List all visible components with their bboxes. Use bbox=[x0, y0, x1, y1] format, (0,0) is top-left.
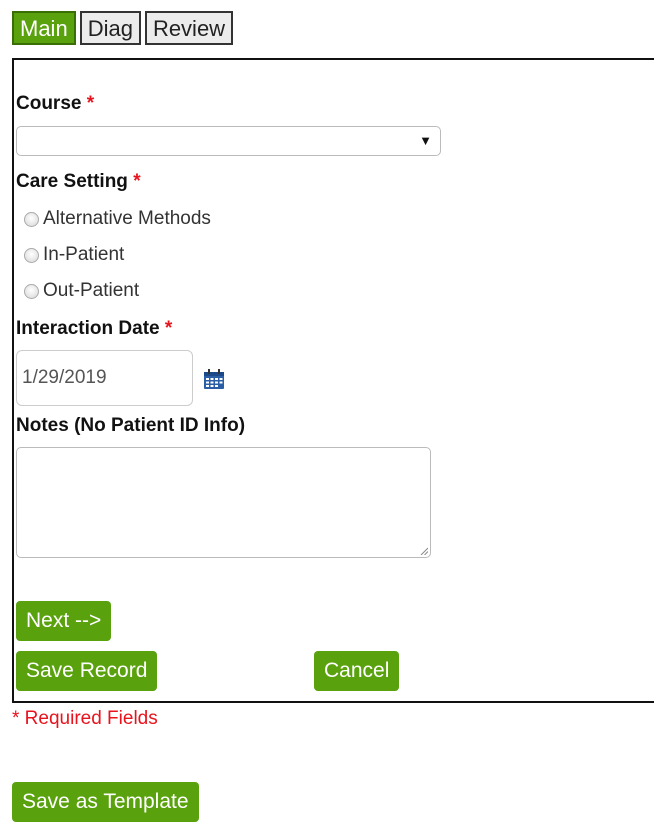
save-as-template-button[interactable]: Save as Template bbox=[12, 782, 199, 822]
radio-label: In-Patient bbox=[43, 244, 125, 265]
resize-handle-icon[interactable] bbox=[420, 547, 428, 555]
interaction-date-label-text: Interaction Date bbox=[16, 318, 160, 339]
radio-button[interactable] bbox=[24, 283, 39, 299]
form-panel: Course * ▼ Care Setting * Alternative Me… bbox=[12, 58, 654, 703]
care-setting-option-outpatient[interactable]: Out-Patient bbox=[24, 280, 139, 302]
interaction-date-input[interactable]: 1/29/2019 bbox=[16, 350, 193, 406]
interaction-date-label: Interaction Date * bbox=[16, 318, 172, 340]
radio-button[interactable] bbox=[24, 247, 39, 263]
tab-review[interactable]: Review bbox=[144, 11, 234, 45]
required-marker: * bbox=[133, 171, 141, 192]
next-button[interactable]: Next --> bbox=[16, 601, 112, 641]
tab-bar: Main Diag Review bbox=[12, 11, 234, 45]
radio-label: Alternative Methods bbox=[43, 208, 211, 229]
required-marker: * bbox=[86, 93, 95, 114]
course-label-text: Course bbox=[16, 93, 82, 114]
cancel-button[interactable]: Cancel bbox=[314, 651, 400, 691]
calendar-icon[interactable] bbox=[203, 368, 225, 390]
radio-button[interactable] bbox=[24, 211, 39, 227]
chevron-down-icon: ▼ bbox=[419, 133, 432, 148]
tab-main[interactable]: Main bbox=[12, 11, 76, 45]
notes-textarea[interactable] bbox=[16, 447, 431, 558]
course-label: Course * bbox=[16, 93, 94, 115]
care-setting-option-inpatient[interactable]: In-Patient bbox=[24, 244, 124, 266]
radio-label: Out-Patient bbox=[43, 280, 140, 301]
tab-diag[interactable]: Diag bbox=[79, 11, 141, 45]
notes-label: Notes (No Patient ID Info) bbox=[16, 415, 246, 436]
required-fields-note: * Required Fields bbox=[12, 708, 158, 729]
care-setting-label-text: Care Setting bbox=[16, 171, 128, 192]
care-setting-label: Care Setting * bbox=[16, 171, 141, 193]
save-record-button[interactable]: Save Record bbox=[16, 651, 158, 691]
required-marker: * bbox=[164, 318, 173, 339]
course-select[interactable]: ▼ bbox=[16, 126, 441, 156]
care-setting-option-alternative[interactable]: Alternative Methods bbox=[24, 208, 211, 230]
